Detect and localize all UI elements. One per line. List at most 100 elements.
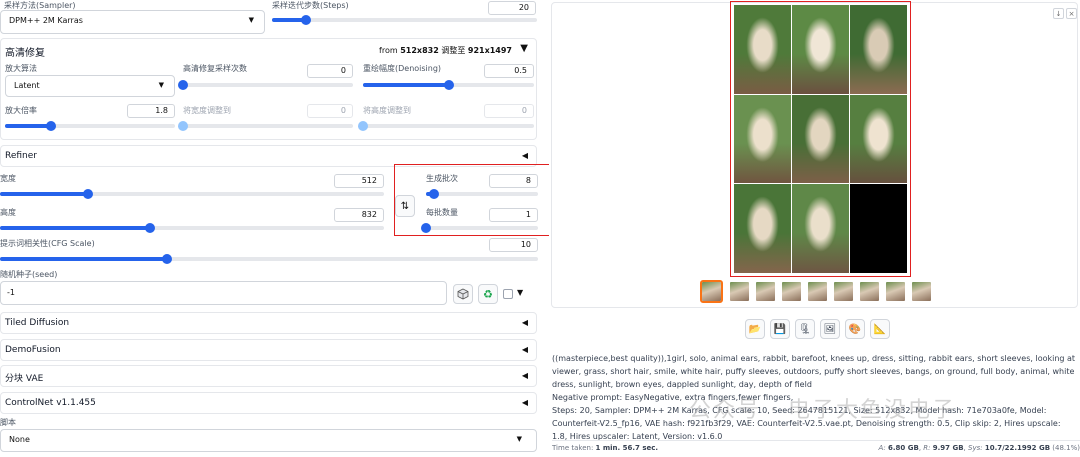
gallery-thumbnail[interactable] [912, 282, 931, 301]
accordion-title: ControlNet v1.1.455 [5, 398, 96, 408]
batch-count-input[interactable]: 8 [489, 174, 538, 188]
grid-image-cell [734, 5, 791, 94]
zip-button[interactable]: 🗜 [795, 319, 815, 339]
image-button[interactable]: 🖼 [820, 319, 840, 339]
hires-steps-slider[interactable] [178, 80, 353, 90]
denoise-label: 重绘幅度(Denoising) [363, 64, 442, 73]
chevron-down-icon: ▼ [158, 81, 164, 89]
prompt-text: ((masterpiece,best quality)),1girl, solo… [552, 354, 1076, 389]
image-action-buttons: 📂 💾 🗜 🖼 🎨 📐 [745, 319, 895, 343]
gallery-thumbnail[interactable] [886, 282, 905, 301]
upscale-by-label: 放大倍率 [5, 106, 37, 115]
output-panel: ↓ × 📂 💾 🗜 🖼 🎨 📐 ((masterpiece,best quality)),… [549, 0, 1080, 457]
steps-slider[interactable] [272, 15, 537, 25]
upscaler-select[interactable]: Latent ▼ [5, 75, 175, 97]
hires-fix-title: 高清修复 [5, 48, 45, 59]
accordion-title: DemoFusion [5, 345, 61, 355]
hires-steps-label: 高清修复采样次数 [183, 64, 247, 73]
generated-grid-image[interactable] [730, 1, 911, 277]
collapse-left-icon: ◀ [521, 345, 528, 354]
random-seed-button[interactable] [453, 284, 473, 304]
download-icon[interactable]: ↓ [1053, 8, 1064, 19]
gallery-thumbnail[interactable] [860, 282, 879, 301]
batch-count-label: 生成批次 [426, 174, 458, 183]
gallery-thumbnail[interactable] [782, 282, 801, 301]
grid-image-cell [734, 184, 791, 273]
height-slider[interactable] [0, 223, 384, 233]
resize-width-input[interactable]: 0 [307, 104, 353, 118]
upscaler-label: 放大算法 [5, 64, 37, 73]
chevron-down-icon: ▼ [248, 16, 254, 24]
sampler-select[interactable]: DPM++ 2M Karras ▼ [0, 10, 265, 34]
upscale-by-input[interactable]: 1.8 [127, 104, 175, 118]
image-grid [734, 5, 907, 273]
close-icon[interactable]: × [1066, 8, 1077, 19]
accordion-controlnet[interactable]: ControlNet v1.1.455 ◀ [0, 392, 537, 414]
sampler-value: DPM++ 2M Karras [9, 16, 83, 25]
grid-image-cell [850, 94, 907, 184]
seed-label: 随机种子(seed) [0, 270, 58, 279]
watermark: 公众号 · 电子大鱼没电子 [689, 398, 956, 423]
denoise-input[interactable]: 0.5 [484, 64, 534, 78]
collapse-left-icon: ◀ [521, 318, 528, 327]
recycle-icon: ♻ [483, 287, 493, 301]
ruler-button[interactable]: 📐 [870, 319, 890, 339]
save-button[interactable]: 💾 [770, 319, 790, 339]
hires-resize-info: from 512x832 调整至 921x1497 [379, 46, 512, 55]
txt2img-settings-panel: 采样方法(Sampler) DPM++ 2M Karras ▼ 采样迭代步数(S… [0, 0, 561, 457]
accordion-demofusion[interactable]: DemoFusion ◀ [0, 339, 537, 361]
accordion-tiled-diffusion[interactable]: Tiled Diffusion ◀ [0, 312, 537, 334]
image-icon: 🖼 [823, 323, 837, 335]
height-input[interactable]: 832 [334, 208, 384, 222]
denoise-slider[interactable] [363, 80, 534, 90]
cfg-input[interactable]: 10 [489, 238, 538, 252]
resize-height-label: 将高度调整到 [363, 106, 411, 115]
script-value: None [9, 435, 30, 444]
resize-width-slider[interactable] [178, 121, 353, 131]
gallery-thumbnail[interactable] [756, 282, 775, 301]
performance-footer: Time taken: 1 min. 56.7 sec. A: 6.80 GB,… [552, 440, 1080, 454]
gallery-thumbnail[interactable] [700, 280, 723, 303]
batch-count-slider[interactable] [426, 189, 538, 199]
width-input[interactable]: 512 [334, 174, 384, 188]
steps-label: 采样迭代步数(Steps) [272, 1, 349, 10]
gallery-thumbnail[interactable] [808, 282, 827, 301]
gallery-thumbnail[interactable] [834, 282, 853, 301]
batch-size-slider[interactable] [421, 223, 538, 233]
cfg-label: 提示词相关性(CFG Scale) [0, 239, 95, 248]
resize-height-slider[interactable] [358, 121, 534, 131]
cfg-slider[interactable] [0, 254, 538, 264]
collapse-left-icon: ◀ [521, 398, 528, 407]
collapse-left-icon: ◀ [521, 151, 528, 160]
grid-image-cell [792, 5, 849, 94]
upscaler-value: Latent [14, 81, 40, 90]
chevron-down-icon[interactable]: ▼ [517, 288, 523, 297]
collapse-icon[interactable]: ▼ [520, 43, 528, 54]
reuse-seed-button[interactable]: ♻ [478, 284, 498, 304]
folder-button[interactable]: 📂 [745, 319, 765, 339]
width-slider[interactable] [0, 189, 384, 199]
hires-steps-input[interactable]: 0 [307, 64, 353, 78]
palette-icon: 🎨 [848, 323, 862, 335]
script-label: 脚本 [0, 418, 16, 427]
steps-input[interactable]: 20 [488, 1, 536, 15]
accordion-tiled-vae[interactable]: 分块 VAE ◀ [0, 365, 537, 387]
script-select[interactable]: None ▼ [0, 429, 537, 452]
gallery-thumbnail[interactable] [730, 282, 749, 301]
resize-height-input[interactable]: 0 [484, 104, 534, 118]
chevron-down-icon: ▼ [516, 435, 522, 443]
accordion-title: 分块 VAE [5, 374, 44, 384]
refiner-title: Refiner [5, 151, 37, 161]
resize-width-label: 将宽度调整到 [183, 106, 231, 115]
collapse-left-icon: ◀ [521, 371, 528, 380]
save-icon: 💾 [773, 323, 787, 335]
upscale-by-slider[interactable] [5, 121, 175, 131]
extra-seed-checkbox[interactable] [503, 289, 513, 299]
batch-size-input[interactable]: 1 [489, 208, 538, 222]
grid-image-cell [850, 5, 907, 94]
accordion-title: Tiled Diffusion [5, 318, 70, 328]
palette-button[interactable]: 🎨 [845, 319, 865, 339]
batch-size-label: 每批数量 [426, 208, 458, 217]
width-label: 宽度 [0, 174, 16, 183]
seed-input[interactable]: -1 [0, 281, 447, 305]
